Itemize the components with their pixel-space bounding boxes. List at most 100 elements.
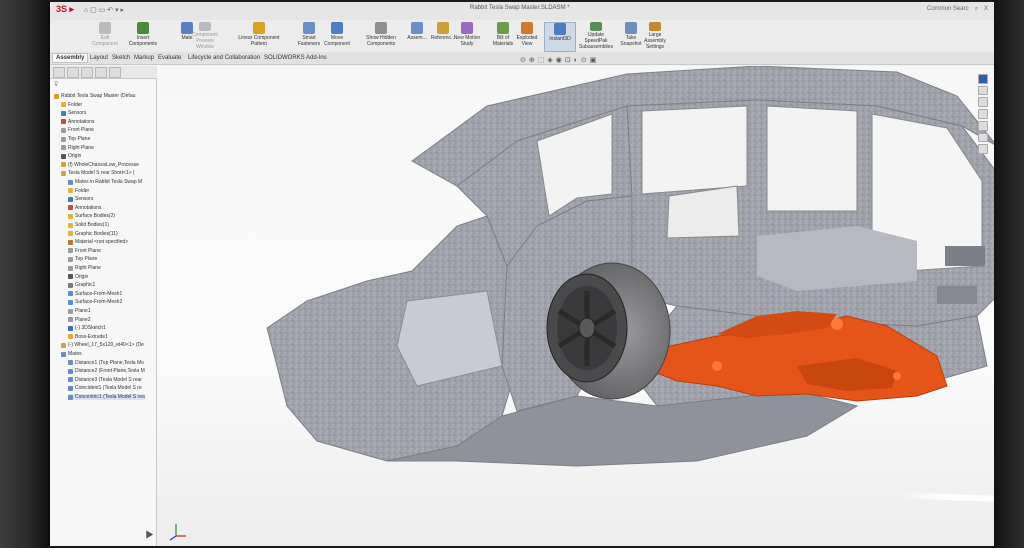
annotation-icon xyxy=(61,119,66,125)
quick-access-icons[interactable]: ⌂ ▢ ▭ ↶ ▾ ▸ xyxy=(84,6,124,14)
model-view[interactable] xyxy=(157,65,994,546)
tree-item[interactable]: Front Plane xyxy=(68,248,101,254)
ribbon-label: Edit Component xyxy=(92,35,118,47)
tree-item[interactable]: Plane2 xyxy=(68,317,91,323)
monitor-bezel-left xyxy=(0,0,48,548)
tree-item[interactable]: (-) Wheel_17_5x120_et40<1> (De xyxy=(61,342,144,348)
feature-manager-tabs xyxy=(50,66,159,79)
tree-item[interactable]: Sensors xyxy=(68,196,93,202)
tree-item[interactable]: Origin xyxy=(61,153,81,159)
forum-icon[interactable] xyxy=(978,144,988,155)
ribbon-button-component-preview-window[interactable]: Component Preview Window xyxy=(190,22,220,50)
tab-lifecycle-and-collaboration[interactable]: Lifecycle and Collaboration xyxy=(184,53,264,63)
tree-item[interactable]: Surface Bodies(2) xyxy=(68,213,115,219)
ribbon-icon xyxy=(375,22,387,34)
ribbon-button-instant3d[interactable]: Instant3D xyxy=(544,22,576,52)
ribbon-button-update-speedpak-subassemblies[interactable]: Update SpeedPak Subassemblies xyxy=(576,22,616,50)
ribbon-button-edit-component[interactable]: Edit Component xyxy=(90,22,120,50)
tab-dimxpert[interactable] xyxy=(95,67,107,78)
search-icon[interactable]: ⌕ xyxy=(975,6,978,13)
tree-item[interactable]: Right Plane xyxy=(68,265,101,271)
tree-item[interactable]: Annotations xyxy=(68,205,101,211)
tree-item[interactable]: Material <not specified> xyxy=(68,239,128,245)
tree-item[interactable]: Folder xyxy=(68,188,89,194)
filter-icon[interactable]: ⊽ xyxy=(54,81,58,88)
feature-icon xyxy=(68,334,73,340)
tree-item[interactable]: Surface-From-Mesh2 xyxy=(68,299,122,305)
ribbon-label: Insert Components xyxy=(128,35,158,47)
tab-property-manager[interactable] xyxy=(67,67,79,78)
ribbon-button-insert-components[interactable]: Insert Components xyxy=(128,22,158,50)
tab-evaluate[interactable]: Evaluate xyxy=(154,53,185,63)
ribbon-button-linear-component-pattern[interactable]: Linear Component Pattern xyxy=(234,22,284,50)
tree-item[interactable]: Concentric1 (Tesla Model S rea xyxy=(68,394,145,400)
appearances-icon[interactable] xyxy=(978,120,988,131)
part-icon xyxy=(61,342,66,348)
tree-item-label: Annotations xyxy=(75,204,102,211)
tree-item[interactable]: Boss-Extrude1 xyxy=(68,334,108,340)
tree-item[interactable]: Right Plane xyxy=(61,145,94,151)
tree-item[interactable]: Distance3 (Tesla Model S rear xyxy=(68,377,142,383)
ribbon-button-new-motion-study[interactable]: New Motion Study xyxy=(452,22,482,50)
tree-item[interactable]: Plane1 xyxy=(68,308,91,314)
tree-item[interactable]: Graphic Bodies(11) xyxy=(68,231,118,237)
tree-item-label: Right Plane xyxy=(68,144,94,151)
tree-item-label: Surface-From-Mesh1 xyxy=(75,290,123,297)
ribbon-icon xyxy=(199,22,211,31)
tab-solidworks-add-ins[interactable]: SOLIDWORKS Add-Ins xyxy=(260,53,331,63)
sw-logo-icon[interactable]: 3S ▸ xyxy=(56,4,74,15)
design-library-icon[interactable] xyxy=(978,85,988,96)
tree-item-label: Distance2 (Front Plane,Tesla M xyxy=(75,368,145,375)
tree-item-label: Distance3 (Tesla Model S rear xyxy=(75,376,142,383)
tab-display-manager[interactable] xyxy=(109,67,121,78)
ribbon-button-move-component[interactable]: Move Component xyxy=(322,22,352,50)
tree-item-label: (-) 3DSketch1 xyxy=(75,325,106,332)
search-box[interactable]: Common Searc xyxy=(927,6,969,13)
tree-item[interactable]: Top Plane xyxy=(61,136,90,142)
tree-item[interactable]: Rabbit Tesla Swap Master (Defau xyxy=(54,93,135,99)
ribbon-button-show-hidden-components[interactable]: Show Hidden Components xyxy=(366,22,396,50)
tree-item[interactable]: Surface-From-Mesh1 xyxy=(68,291,122,297)
graphics-area[interactable] xyxy=(157,65,994,546)
tree-item[interactable]: Solid Bodies(1) xyxy=(68,222,109,228)
plane-icon xyxy=(68,308,73,314)
ribbon-button-exploded-view[interactable]: Exploded View xyxy=(512,22,542,50)
tree-item[interactable]: Mates xyxy=(61,351,82,357)
mate-icon xyxy=(61,351,66,357)
sketch-icon xyxy=(68,325,73,331)
folder-icon xyxy=(68,222,73,228)
sw-resources-icon[interactable] xyxy=(978,74,988,84)
custom-properties-icon[interactable] xyxy=(978,132,988,143)
tab-configuration-manager[interactable] xyxy=(81,67,93,78)
tree-item[interactable]: Tesla Model S rear Short<1> ( xyxy=(61,170,135,176)
assembly-icon xyxy=(54,93,59,99)
ribbon-icon xyxy=(137,22,149,34)
tab-feature-tree[interactable] xyxy=(53,67,65,78)
tree-item[interactable]: Distance2 (Front Plane,Tesla M xyxy=(68,368,145,374)
tree-item[interactable]: Graphic1 xyxy=(68,282,95,288)
file-explorer-icon[interactable] xyxy=(978,97,988,108)
tree-item[interactable]: Annotations xyxy=(61,119,94,125)
close-button[interactable]: X xyxy=(984,6,988,13)
ribbon-icon xyxy=(303,22,315,34)
tree-item[interactable]: Front Plane xyxy=(61,127,94,133)
tree-item[interactable]: Origin xyxy=(68,274,88,280)
tree-item[interactable]: Folder xyxy=(61,102,82,108)
heads-up-toolbar[interactable]: ⊙⊕⬚◈◉⊡◐⊙▣ xyxy=(520,56,599,64)
tree-item-label: Folder xyxy=(75,187,90,194)
solidworks-window: 3S ▸ ⌂ ▢ ▭ ↶ ▾ ▸ Rabbit Tesla Swap Maste… xyxy=(48,2,994,546)
tree-item[interactable]: Distance1 (Top Plane,Tesla Mo xyxy=(68,360,144,366)
tree-item[interactable]: (-) 3DSketch1 xyxy=(68,325,106,331)
ribbon-button-large-assembly-settings[interactable]: Large Assembly Settings xyxy=(640,22,670,50)
tree-item[interactable]: Top Plane xyxy=(68,256,97,262)
tree-item-label: Boss-Extrude1 xyxy=(75,333,108,340)
tab-assembly[interactable]: Assembly xyxy=(52,53,89,63)
view-palette-icon[interactable] xyxy=(978,109,988,119)
tree-item[interactable]: Sensors xyxy=(61,110,86,116)
tree-item[interactable]: Mates in Rabbit Tesla Swap M xyxy=(68,179,142,185)
ribbon-button-smart-fasteners[interactable]: Smart Fasteners xyxy=(294,22,324,50)
tree-item[interactable]: (f) WholeChassisLow_Processe xyxy=(61,162,139,168)
tree-item-label: Tesla Model S rear Short<1> ( xyxy=(68,170,135,177)
folder-icon xyxy=(68,213,73,219)
tree-item[interactable]: Coincident1 (Tesla Model S re xyxy=(68,385,142,391)
